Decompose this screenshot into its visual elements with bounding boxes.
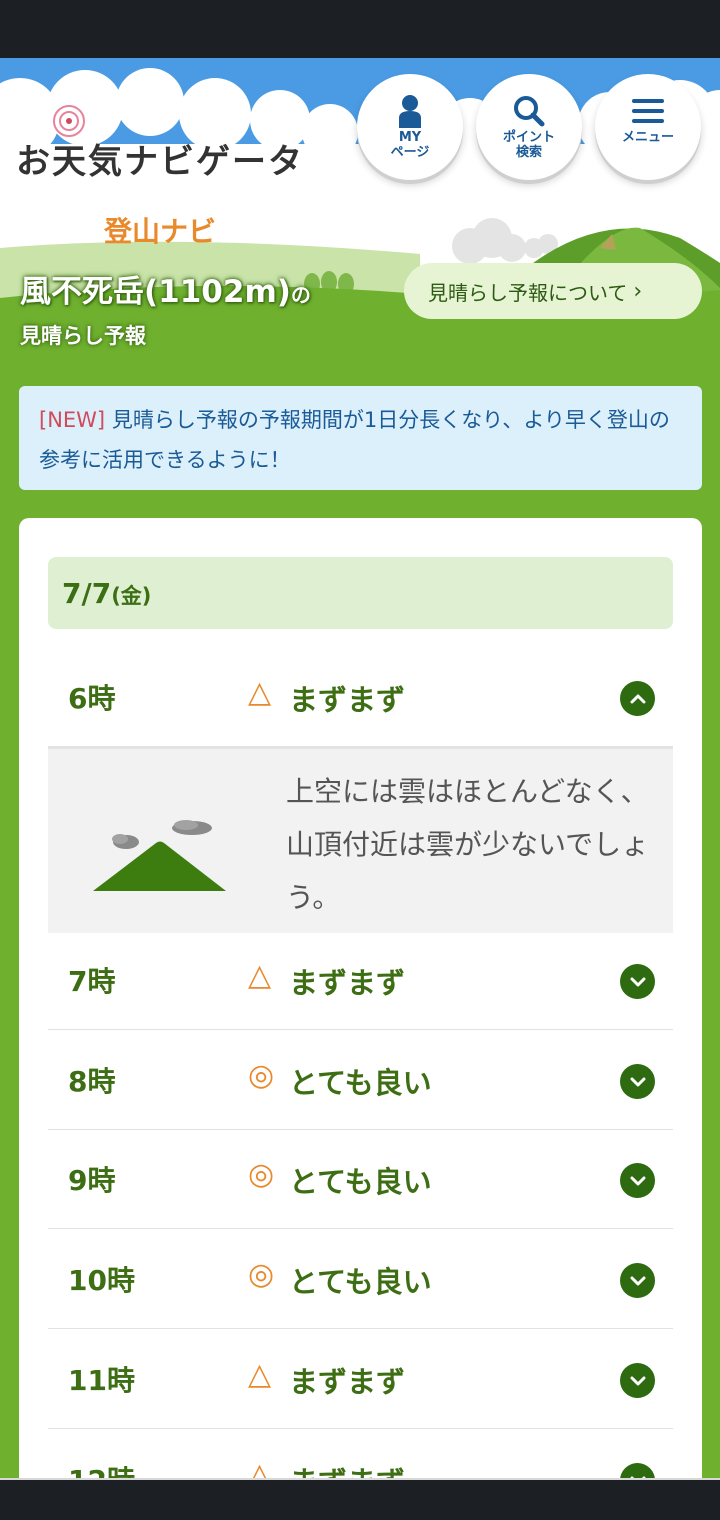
rating-mark: △	[248, 1357, 272, 1392]
hour-detail-panel: 上空には雲はほとんどなく、山頂付近は雲が少ないでしょう。	[48, 747, 673, 933]
hour-row[interactable]: 12時 △ まずまず	[48, 1429, 673, 1478]
chevron-down-icon[interactable]	[620, 1064, 655, 1099]
menu-label: メニュー	[621, 130, 674, 145]
chevron-up-icon[interactable]	[620, 681, 655, 716]
rating-mark: △	[248, 958, 272, 993]
chevron-down-icon[interactable]	[620, 1163, 655, 1198]
person-icon	[398, 92, 422, 130]
logo-subtext: 登山ナビ	[104, 215, 217, 248]
rating-text: まずまず	[289, 966, 406, 1000]
news-notice[interactable]: [NEW] 見晴らし予報の予報期間が1日分長くなり、より早く登山の参考に活用でき…	[19, 386, 702, 490]
hour-label: 8時	[68, 1065, 116, 1098]
hour-row[interactable]: 8時 ◎ とても良い	[48, 1030, 673, 1130]
mountain-cloud-illustration	[93, 820, 226, 891]
hour-row[interactable]: 7時 △ まずまず	[48, 930, 673, 1030]
rating-mark: △	[248, 675, 272, 710]
date-header: 7/7 (金)	[48, 557, 673, 629]
detail-description: 上空には雲はほとんどなく、山頂付近は雲が少ないでしょう。	[286, 775, 650, 914]
site-logo[interactable]: お天気ナビゲータ 登山ナビ	[16, 98, 306, 248]
rating-mark: ◎	[248, 1157, 275, 1192]
hour-row[interactable]: 11時 △ まずまず	[48, 1329, 673, 1429]
chevron-down-icon[interactable]	[620, 1263, 655, 1298]
my-page-button[interactable]: MY ページ	[357, 74, 463, 180]
page-viewport[interactable]: お天気ナビゲータ 登山ナビ MY ページ ポイント 検索 メニュー 風不死岳(1…	[0, 58, 720, 1478]
mountain-name: 風不死岳(1102m)	[20, 274, 291, 310]
rating-mark: △	[248, 1457, 272, 1478]
search-icon	[513, 92, 545, 130]
hour-row[interactable]: 9時 ◎ とても良い	[48, 1129, 673, 1229]
page-title: 風不死岳(1102m)の	[20, 266, 311, 311]
rating-text: とても良い	[289, 1165, 432, 1199]
logo-text: お天気ナビゲータ	[16, 142, 304, 182]
hour-row[interactable]: 10時 ◎ とても良い	[48, 1229, 673, 1329]
my-page-label: MY ページ	[390, 130, 430, 160]
rating-text: まずまず	[289, 1365, 406, 1399]
rating-text: とても良い	[289, 1265, 432, 1299]
hour-label: 6時	[68, 682, 116, 715]
notice-text: 見晴らし予報の予報期間が1日分長くなり、より早く登山の参考に活用できるように！	[39, 408, 670, 472]
hour-row[interactable]: 6時 △ まずまず	[48, 647, 673, 747]
chevron-down-icon[interactable]	[620, 964, 655, 999]
chevron-right-icon: ›	[633, 278, 643, 304]
status-bar	[0, 0, 720, 58]
menu-button[interactable]: メニュー	[595, 74, 701, 180]
rating-mark: ◎	[248, 1257, 275, 1292]
title-suffix: の	[290, 283, 311, 307]
forecast-card: 7/7 (金) 6時 △ まずまず 上空には雲はほとんどなく、山頂付近は雲が少な…	[19, 518, 702, 1478]
system-nav-bar	[0, 1478, 720, 1520]
rating-mark: ◎	[248, 1058, 275, 1093]
day-of-week: (金)	[111, 584, 152, 608]
about-forecast-label: 見晴らし予報について	[428, 280, 628, 305]
point-search-label: ポイント 検索	[502, 130, 555, 160]
forecast-date: 7/7	[62, 576, 112, 610]
point-search-button[interactable]: ポイント 検索	[476, 74, 582, 180]
chevron-down-icon[interactable]	[620, 1463, 655, 1478]
rating-text: まずまず	[289, 1459, 405, 1478]
rating-text: とても良い	[289, 1066, 432, 1100]
hour-label: 7時	[68, 965, 116, 998]
page-subtitle: 見晴らし予報	[20, 324, 146, 348]
chevron-down-icon[interactable]	[620, 1363, 655, 1398]
about-forecast-button[interactable]: 見晴らし予報について ›	[404, 263, 702, 319]
hour-label: 12時	[68, 1459, 135, 1478]
hour-label: 10時	[68, 1264, 135, 1297]
new-badge: [NEW]	[39, 408, 106, 432]
hamburger-icon	[632, 92, 664, 130]
hour-label: 9時	[68, 1164, 116, 1197]
rating-text: まずまず	[289, 683, 406, 717]
header: お天気ナビゲータ 登山ナビ MY ページ ポイント 検索 メニュー 風不死岳(1…	[0, 58, 720, 388]
hour-label: 11時	[68, 1364, 135, 1397]
